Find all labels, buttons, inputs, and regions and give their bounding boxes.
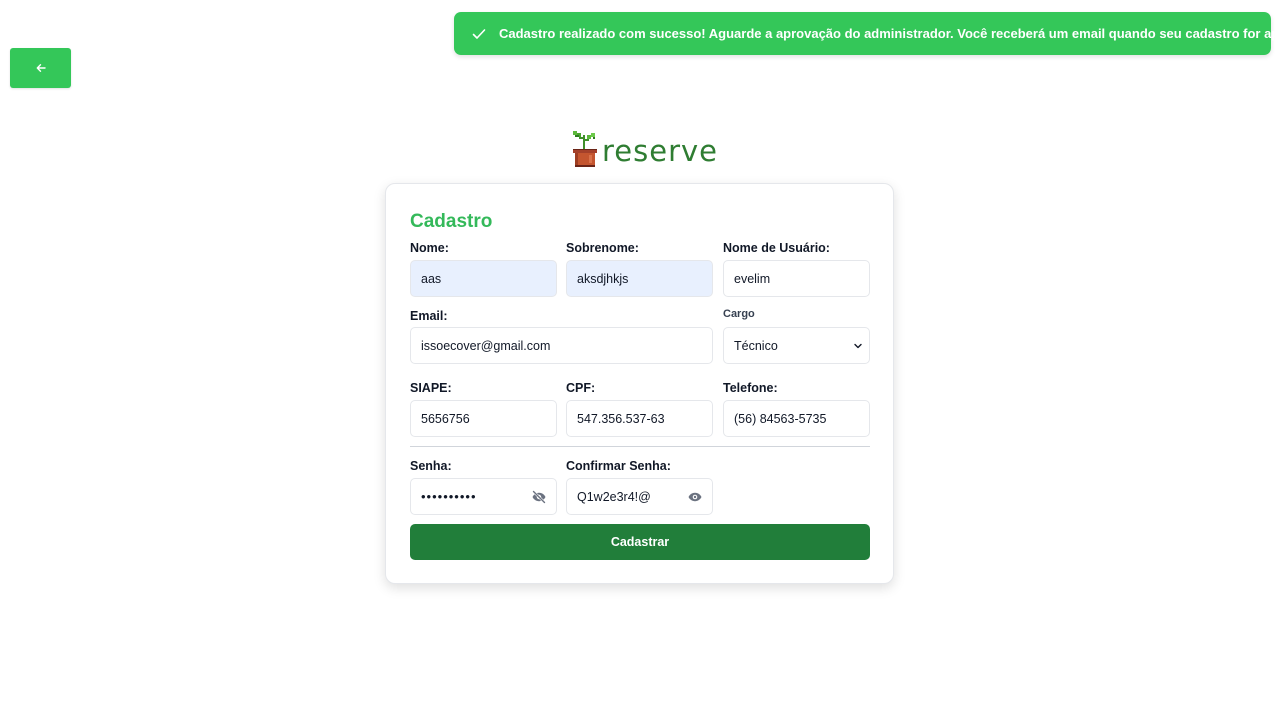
- telefone-label: Telefone:: [723, 381, 778, 395]
- brand-name: reserve: [602, 134, 719, 168]
- nome-value: aas: [421, 271, 442, 286]
- cargo-label: Cargo: [723, 308, 755, 320]
- email-value: issoecover@gmail.com: [421, 338, 551, 353]
- cpf-input[interactable]: 547.356.537-63: [566, 400, 713, 437]
- plant-pot-icon: [569, 129, 601, 167]
- cadastrar-button[interactable]: Cadastrar: [410, 524, 870, 560]
- siape-label: SIAPE:: [410, 381, 452, 395]
- senha-value: ••••••••••: [421, 489, 477, 504]
- register-page: Cadastro realizado com sucesso! Aguarde …: [0, 0, 1280, 707]
- register-card: Cadastro Nome: aas Sobrenome: aksdjhkjs …: [385, 183, 894, 584]
- brand-logo: reserve: [569, 127, 718, 167]
- usuario-label: Nome de Usuário:: [723, 241, 830, 255]
- cpf-label: CPF:: [566, 381, 596, 395]
- confirmar-senha-input[interactable]: Q1w2e3r4!@: [566, 478, 713, 515]
- telefone-input[interactable]: (56) 84563-5735: [723, 400, 870, 437]
- check-icon: [471, 26, 487, 42]
- arrow-left-icon: [35, 62, 47, 74]
- usuario-value: evelim: [734, 271, 771, 286]
- nome-label: Nome:: [410, 241, 449, 255]
- cargo-value: Técnico: [734, 338, 778, 353]
- sobrenome-value: aksdjhkjs: [577, 271, 629, 286]
- sobrenome-label: Sobrenome:: [566, 241, 639, 255]
- senha-label: Senha:: [410, 459, 452, 473]
- siape-value: 5656756: [421, 411, 470, 426]
- chevron-down-icon: [853, 341, 863, 351]
- confirmar-senha-value: Q1w2e3r4!@: [577, 489, 651, 504]
- sobrenome-input[interactable]: aksdjhkjs: [566, 260, 713, 297]
- confirmar-senha-label: Confirmar Senha:: [566, 459, 671, 473]
- eye-icon[interactable]: [687, 489, 703, 505]
- eye-off-icon[interactable]: [531, 489, 547, 505]
- senha-input[interactable]: ••••••••••: [410, 478, 557, 515]
- siape-input[interactable]: 5656756: [410, 400, 557, 437]
- usuario-input[interactable]: evelim: [723, 260, 870, 297]
- cargo-select[interactable]: Técnico: [723, 327, 870, 364]
- cpf-value: 547.356.537-63: [577, 411, 665, 426]
- nome-input[interactable]: aas: [410, 260, 557, 297]
- back-button[interactable]: [10, 48, 71, 88]
- telefone-value: (56) 84563-5735: [734, 411, 827, 426]
- form-title: Cadastro: [410, 211, 493, 232]
- success-toast: Cadastro realizado com sucesso! Aguarde …: [454, 12, 1280, 55]
- email-input[interactable]: issoecover@gmail.com: [410, 327, 713, 364]
- email-label: Email:: [410, 309, 448, 323]
- toast-message: Cadastro realizado com sucesso! Aguarde …: [499, 26, 1280, 41]
- form-divider: [410, 446, 870, 447]
